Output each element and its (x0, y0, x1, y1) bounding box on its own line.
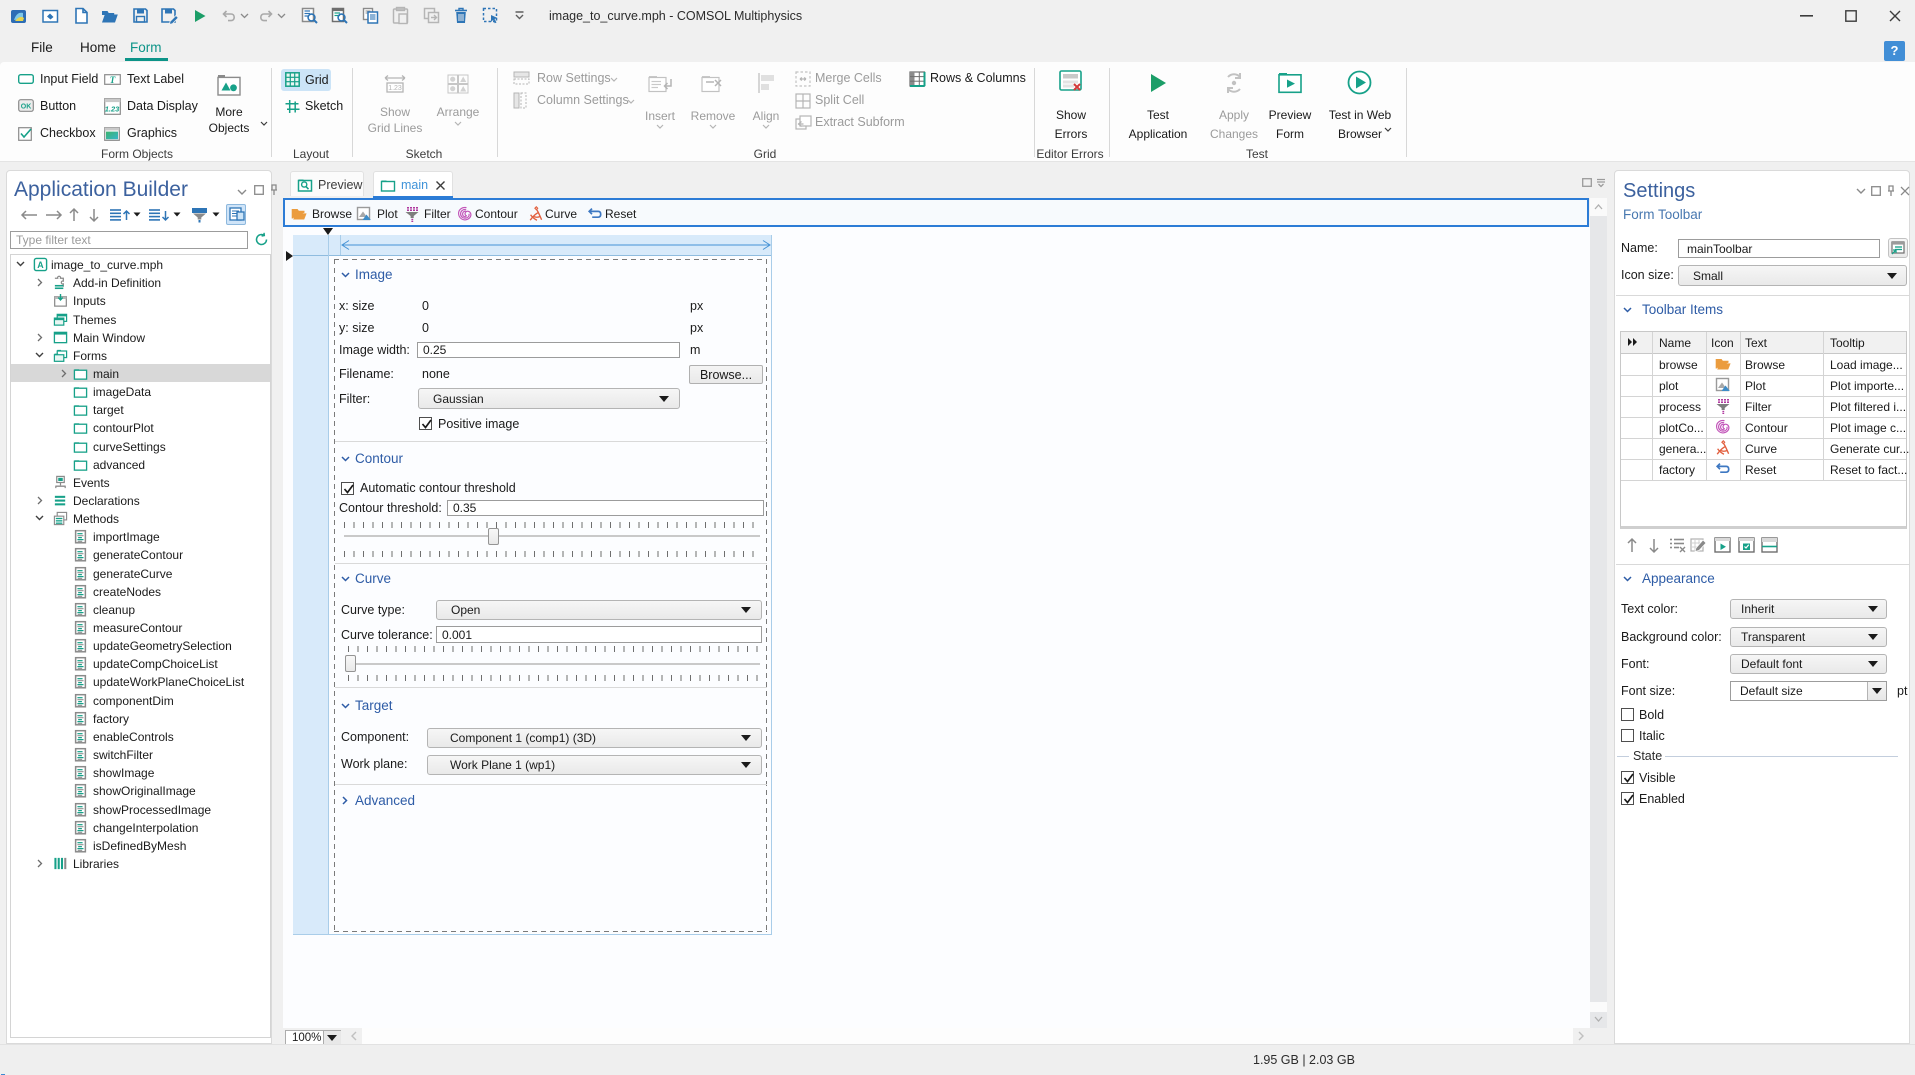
svg-text:T: T (110, 75, 116, 85)
svg-text:OK: OK (21, 104, 32, 111)
svg-text:1.23: 1.23 (388, 85, 402, 92)
svg-text:1.23: 1.23 (105, 105, 120, 114)
